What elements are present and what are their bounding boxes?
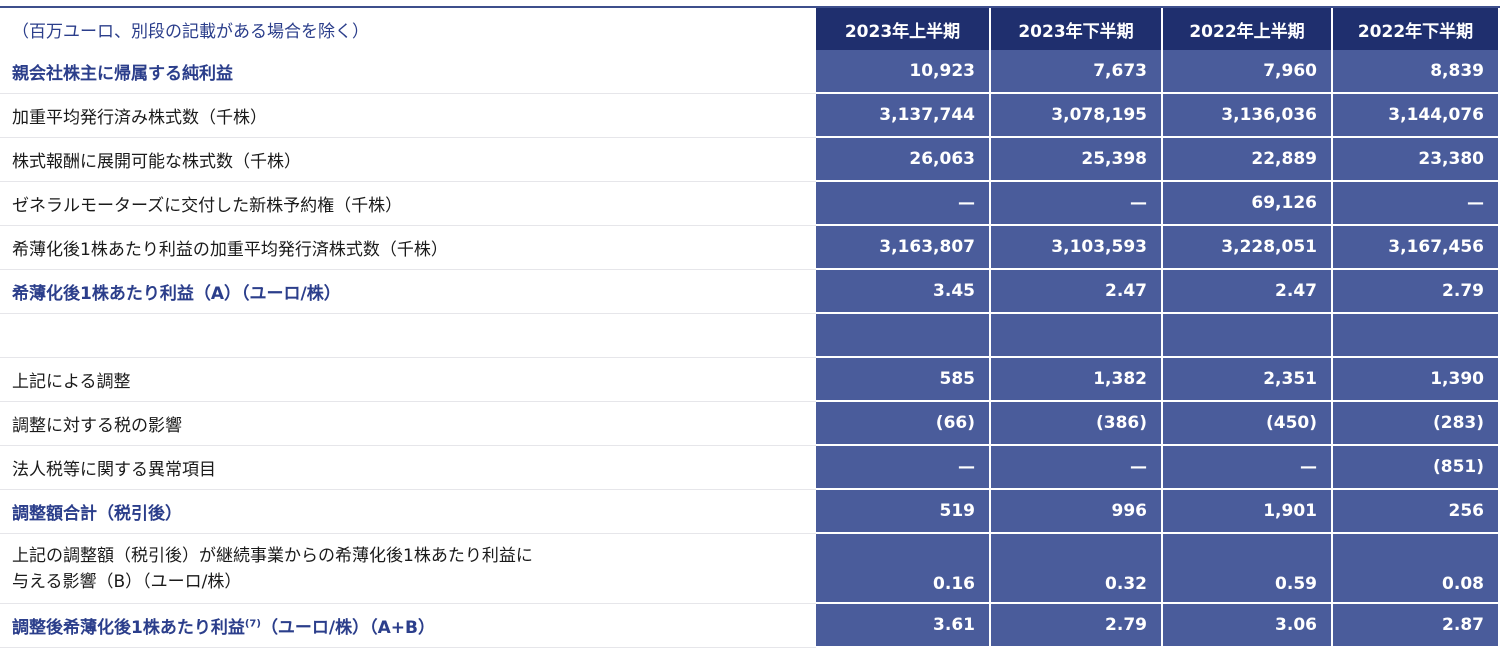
- cell-value: 3,136,036: [1163, 94, 1333, 138]
- row-label: 調整額合計（税引後）: [0, 490, 816, 534]
- cell-value: 519: [816, 490, 991, 534]
- cell-value: 69,126: [1163, 182, 1333, 226]
- cell-value: (283): [1333, 402, 1500, 446]
- table-row: ゼネラルモーターズに交付した新株予約権（千株） — — 69,126 —: [0, 182, 1500, 226]
- cell-value: 0.32: [991, 534, 1163, 604]
- cell-value: —: [1333, 182, 1500, 226]
- cell-value: 3,163,807: [816, 226, 991, 270]
- cell-value: 1,390: [1333, 358, 1500, 402]
- cell-value: 3.61: [816, 604, 991, 648]
- cell-value: 996: [991, 490, 1163, 534]
- row-label-unit: （ユーロ/株）（A+B）: [260, 618, 436, 638]
- cell-value: 0.08: [1333, 534, 1500, 604]
- cell-value: 26,063: [816, 138, 991, 182]
- cell-value: 2.47: [1163, 270, 1333, 314]
- row-label: 株式報酬に展開可能な株式数（千株）: [0, 138, 816, 182]
- cell-value: 585: [816, 358, 991, 402]
- cell-value: 1,901: [1163, 490, 1333, 534]
- cell-value: 2.79: [1333, 270, 1500, 314]
- row-label: [0, 314, 816, 358]
- cell-value: 2,351: [1163, 358, 1333, 402]
- cell-value: 0.59: [1163, 534, 1333, 604]
- table-row: 親会社株主に帰属する純利益 10,923 7,673 7,960 8,839: [0, 50, 1500, 94]
- cell-value: 7,960: [1163, 50, 1333, 94]
- cell-value: 0.16: [816, 534, 991, 604]
- cell-value: 3,137,744: [816, 94, 991, 138]
- eps-table: （百万ユーロ、別段の記載がある場合を除く） 2023年上半期 2023年下半期 …: [0, 8, 1500, 648]
- row-label: 希薄化後1株あたり利益の加重平均発行済株式数（千株）: [0, 226, 816, 270]
- cell-value: (851): [1333, 446, 1500, 490]
- cell-value: 10,923: [816, 50, 991, 94]
- row-label-main: 調整後希薄化後1株あたり利益: [12, 618, 245, 638]
- row-label: 調整に対する税の影響: [0, 402, 816, 446]
- table-row: 調整に対する税の影響 (66) (386) (450) (283): [0, 402, 1500, 446]
- table-row: 株式報酬に展開可能な株式数（千株） 26,063 25,398 22,889 2…: [0, 138, 1500, 182]
- cell-value: 2.87: [1333, 604, 1500, 648]
- row-label: ゼネラルモーターズに交付した新株予約権（千株）: [0, 182, 816, 226]
- cell-value: 7,673: [991, 50, 1163, 94]
- cell-value: 3,228,051: [1163, 226, 1333, 270]
- cell-value: (66): [816, 402, 991, 446]
- cell-value: 3.06: [1163, 604, 1333, 648]
- row-label: 親会社株主に帰属する純利益: [0, 50, 816, 94]
- footnote-marker: (7): [244, 618, 261, 630]
- row-label: 希薄化後1株あたり利益（A）（ユーロ/株）: [0, 270, 816, 314]
- row-label-line: 与える影響（B）（ユーロ/株）: [12, 571, 242, 592]
- cell-value: —: [991, 182, 1163, 226]
- cell-value: 23,380: [1333, 138, 1500, 182]
- cell-value: 3,078,195: [991, 94, 1163, 138]
- cell-value: 2.79: [991, 604, 1163, 648]
- column-header: 2022年上半期: [1163, 8, 1333, 50]
- cell-value: [1163, 314, 1333, 358]
- table-row: 上記の調整額（税引後）が継続事業からの希薄化後1株あたり利益に 与える影響（B）（…: [0, 534, 1500, 604]
- cell-value: —: [991, 446, 1163, 490]
- row-label: 上記の調整額（税引後）が継続事業からの希薄化後1株あたり利益に 与える影響（B）（…: [0, 534, 816, 604]
- cell-value: 2.47: [991, 270, 1163, 314]
- cell-value: [816, 314, 991, 358]
- cell-value: —: [1163, 446, 1333, 490]
- cell-value: [1333, 314, 1500, 358]
- header-row: （百万ユーロ、別段の記載がある場合を除く） 2023年上半期 2023年下半期 …: [0, 8, 1500, 50]
- cell-value: 1,382: [991, 358, 1163, 402]
- row-label: 加重平均発行済み株式数（千株）: [0, 94, 816, 138]
- cell-value: 3,103,593: [991, 226, 1163, 270]
- row-label-line: 上記の調整額（税引後）が継続事業からの希薄化後1株あたり利益に: [12, 545, 533, 566]
- cell-value: 3,167,456: [1333, 226, 1500, 270]
- table-row: 加重平均発行済み株式数（千株） 3,137,744 3,078,195 3,13…: [0, 94, 1500, 138]
- row-label: 上記による調整: [0, 358, 816, 402]
- column-header: 2023年上半期: [816, 8, 991, 50]
- table-row: 法人税等に関する異常項目 — — — (851): [0, 446, 1500, 490]
- cell-value: (450): [1163, 402, 1333, 446]
- column-header: 2022年下半期: [1333, 8, 1500, 50]
- cell-value: —: [816, 182, 991, 226]
- table-row: 調整後希薄化後1株あたり利益(7)（ユーロ/株）（A+B） 3.61 2.79 …: [0, 604, 1500, 648]
- table-row: 調整額合計（税引後） 519 996 1,901 256: [0, 490, 1500, 534]
- cell-value: 3,144,076: [1333, 94, 1500, 138]
- cell-value: 256: [1333, 490, 1500, 534]
- cell-value: (386): [991, 402, 1163, 446]
- cell-value: 8,839: [1333, 50, 1500, 94]
- cell-value: 25,398: [991, 138, 1163, 182]
- table-row: 希薄化後1株あたり利益（A）（ユーロ/株） 3.45 2.47 2.47 2.7…: [0, 270, 1500, 314]
- cell-value: —: [816, 446, 991, 490]
- cell-value: 3.45: [816, 270, 991, 314]
- cell-value: [991, 314, 1163, 358]
- table-row: 希薄化後1株あたり利益の加重平均発行済株式数（千株） 3,163,807 3,1…: [0, 226, 1500, 270]
- column-header: 2023年下半期: [991, 8, 1163, 50]
- table-row: 上記による調整 585 1,382 2,351 1,390: [0, 358, 1500, 402]
- spacer-row: [0, 314, 1500, 358]
- row-label: 調整後希薄化後1株あたり利益(7)（ユーロ/株）（A+B）: [0, 604, 816, 648]
- cell-value: 22,889: [1163, 138, 1333, 182]
- table-caption: （百万ユーロ、別段の記載がある場合を除く）: [0, 8, 816, 50]
- row-label: 法人税等に関する異常項目: [0, 446, 816, 490]
